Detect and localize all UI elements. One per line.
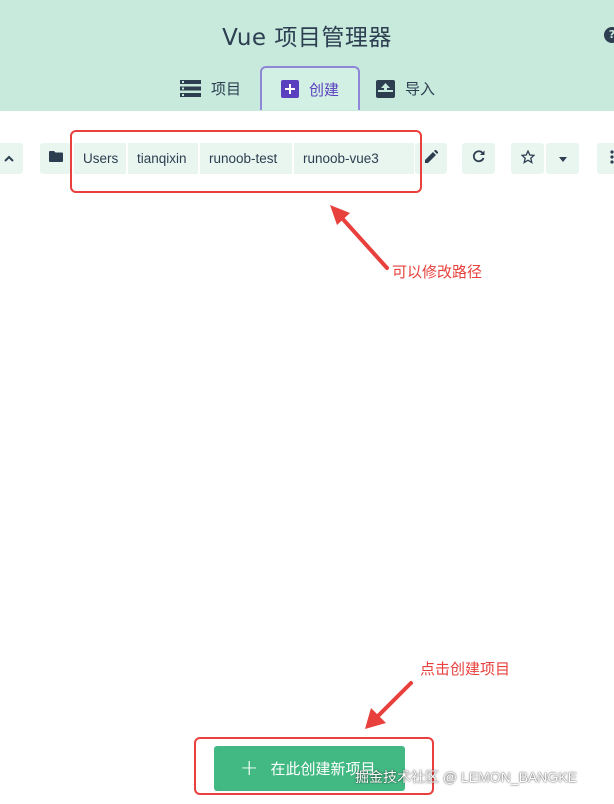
tab-import-label: 导入 xyxy=(405,80,436,98)
watermark: 掘金技术社区 @ LEMON_BANGKE xyxy=(355,769,577,785)
tab-import[interactable]: 导入 xyxy=(376,67,435,110)
annotation-arrow-icon xyxy=(330,205,389,270)
caret-down-icon xyxy=(558,151,567,166)
folder-button[interactable] xyxy=(40,143,71,174)
star-outline-icon xyxy=(519,148,536,168)
folder-icon xyxy=(48,151,63,166)
more-options-button[interactable] xyxy=(597,143,614,174)
chevron-up-icon xyxy=(3,151,14,166)
refresh-button[interactable] xyxy=(462,143,495,174)
tab-create-label: 创建 xyxy=(308,80,339,99)
tab-projects-label: 项目 xyxy=(211,80,242,98)
annotation-arrow-icon xyxy=(365,681,413,729)
refresh-icon xyxy=(472,150,485,167)
pencil-icon xyxy=(424,149,438,167)
create-annotation-text: 点击创建项目 xyxy=(420,660,511,678)
page-title: Vue 项目管理器 xyxy=(222,25,392,51)
parent-folder-button[interactable] xyxy=(0,143,23,174)
plus-icon: + xyxy=(240,755,259,781)
favorites-dropdown-button[interactable] xyxy=(546,143,579,174)
help-icon[interactable]: ? xyxy=(604,27,614,43)
favorite-button[interactable] xyxy=(511,143,544,174)
tab-projects[interactable]: 项目 xyxy=(180,67,241,110)
app-header: Vue 项目管理器 ? 项目 创建 xyxy=(0,0,614,111)
path-annotation-text: 可以修改路径 xyxy=(392,263,483,281)
list-icon xyxy=(180,80,201,97)
unarchive-icon xyxy=(376,79,395,98)
more-vert-icon xyxy=(610,149,614,168)
add-box-icon xyxy=(280,80,299,98)
path-highlight-box xyxy=(70,130,422,193)
tab-create[interactable]: 创建 xyxy=(260,66,360,110)
